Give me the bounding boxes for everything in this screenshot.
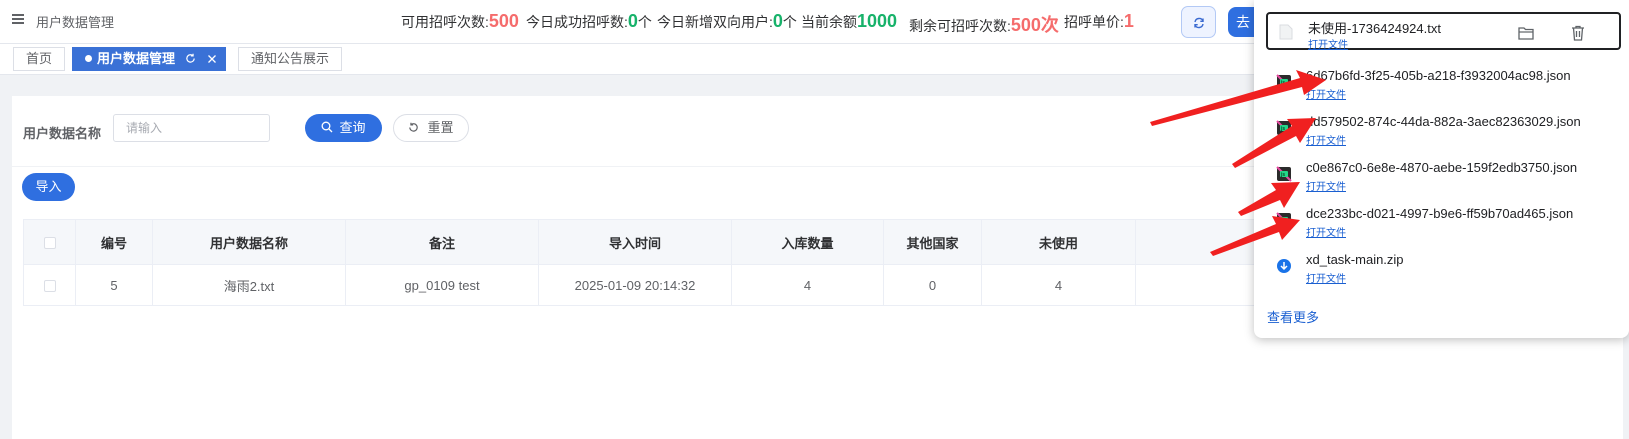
json-file-icon: js: [1276, 74, 1292, 90]
open-file-link[interactable]: 打开文件: [1306, 86, 1346, 101]
svg-text:js: js: [1280, 126, 1285, 132]
text-file-icon: [1279, 24, 1293, 40]
download-item[interactable]: xd_task-main.zip 打开文件: [1264, 246, 1619, 290]
search-label: 用户数据名称: [23, 126, 102, 141]
stat-balance: 当前余额1000: [801, 11, 898, 31]
open-file-link[interactable]: 打开文件: [1306, 224, 1346, 239]
zip-file-icon: [1277, 259, 1291, 273]
open-file-link[interactable]: 打开文件: [1306, 132, 1346, 147]
svg-text:js: js: [1280, 218, 1285, 224]
svg-text:js: js: [1280, 80, 1285, 86]
stat-unit-price: 招呼单价:1: [1064, 11, 1134, 31]
json-file-icon: js: [1276, 166, 1292, 182]
svg-text:js: js: [1280, 172, 1285, 178]
cell-other: 0: [883, 264, 982, 306]
column-header[interactable]: 入库数量: [731, 219, 884, 265]
download-item[interactable]: js c0e867c0-6e8e-4870-aebe-159f2edb3750.…: [1264, 154, 1619, 198]
open-file-link[interactable]: 打开文件: [1308, 36, 1348, 51]
reset-button[interactable]: 重置: [393, 114, 469, 142]
refresh-button[interactable]: [1181, 6, 1216, 38]
column-header[interactable]: 备注: [345, 219, 539, 265]
cell-time: 2025-01-09 20:14:32: [538, 264, 732, 306]
reset-icon: [409, 122, 419, 132]
stat-available-greetings: 可用招呼次数:500: [401, 11, 519, 31]
downloads-panel: 未使用-1736424924.txt 打开文件 js 6d67b6fd-3f25…: [1254, 0, 1629, 338]
download-item[interactable]: 未使用-1736424924.txt 打开文件: [1266, 12, 1621, 51]
column-header[interactable]: 编号: [75, 219, 153, 265]
json-file-icon: js: [1276, 120, 1292, 136]
cell-id: 5: [75, 264, 153, 306]
column-header[interactable]: 导入时间: [538, 219, 732, 265]
column-header[interactable]: 用户数据名称: [152, 219, 346, 265]
folder-icon[interactable]: [1518, 26, 1534, 40]
open-file-link[interactable]: 打开文件: [1306, 178, 1346, 193]
tab-refresh-icon[interactable]: [185, 53, 196, 64]
search-input[interactable]: 请输入: [113, 114, 270, 142]
download-item[interactable]: js dce233bc-d021-4997-b9e6-ff59b70ad465.…: [1264, 200, 1619, 244]
download-item[interactable]: js dd579502-874c-44da-882a-3aec82363029.…: [1264, 108, 1619, 152]
tab-close-icon[interactable]: [207, 54, 217, 64]
query-button[interactable]: 查询: [305, 114, 382, 142]
cell-stored: 4: [731, 264, 884, 306]
import-button[interactable]: 导入: [22, 173, 75, 201]
delete-icon[interactable]: [1571, 25, 1585, 41]
open-file-link[interactable]: 打开文件: [1306, 270, 1346, 285]
stat-today-success: 今日成功招呼数:0个: [526, 11, 652, 31]
stat-today-new-users: 今日新增双向用户:0个: [657, 11, 797, 31]
row-checkbox[interactable]: [23, 264, 76, 306]
column-header[interactable]: 未使用: [981, 219, 1136, 265]
download-item[interactable]: js 6d67b6fd-3f25-405b-a218-f3932004ac98.…: [1264, 62, 1619, 106]
active-dot-icon: [85, 55, 92, 62]
json-file-icon: js: [1276, 212, 1292, 228]
search-icon: [322, 121, 333, 133]
tab-notice[interactable]: 通知公告展示: [238, 47, 343, 71]
cell-name: 海雨2.txt: [152, 264, 346, 306]
select-all-checkbox[interactable]: [23, 219, 76, 265]
page-title: 用户数据管理: [36, 15, 115, 30]
menu-icon[interactable]: [12, 14, 24, 24]
column-header[interactable]: 其他国家: [883, 219, 982, 265]
tab-user-data[interactable]: 用户数据管理: [72, 47, 227, 71]
refresh-icon: [1193, 18, 1204, 29]
cell-note: gp_0109 test: [345, 264, 539, 306]
tab-home[interactable]: 首页: [13, 47, 66, 71]
cell-unused: 4: [981, 264, 1136, 306]
stat-remaining: 剩余可招呼次数:500次: [909, 15, 1059, 35]
see-more-link[interactable]: 查看更多: [1267, 307, 1319, 326]
